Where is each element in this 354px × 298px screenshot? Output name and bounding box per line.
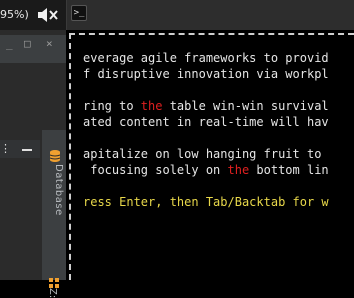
terminal-line: apitalize on low hanging fruit to [83,147,329,161]
minimize-button[interactable]: _ [6,35,13,53]
database-tool-tab[interactable]: Database [44,164,64,254]
battery-indicator: 95%) [0,8,29,21]
database-icon[interactable] [49,148,61,162]
terminal-prompt-hint: ress Enter, then Tab/Backtab for w [83,195,329,209]
dialog-border-top [69,33,354,35]
restore-button[interactable]: □ [24,35,31,53]
ide-window: _ □ × ⋮ Database Z: [0,30,66,298]
structure-icon[interactable] [48,274,60,288]
ide-tab-strip [0,53,66,63]
terminal-line: focusing solely on the bottom lin [83,162,354,178]
terminal-icon: >_ [71,5,87,21]
dialog-border-left [69,33,71,280]
terminal-line: f disruptive innovation via workpl [83,67,329,81]
more-options-icon[interactable]: ⋮ [0,140,11,158]
terminal-line: everage agile frameworks to provid [83,51,329,65]
hide-panel-icon[interactable] [22,149,32,151]
terminal-line: ated content in real-time will hav [83,115,329,129]
ide-title-bar: _ □ × [0,35,66,54]
structure-tool-tab[interactable]: Z: [47,288,58,298]
highlighted-word: the [227,163,250,177]
terminal-text: table win-win survival [162,99,329,113]
terminal-text: bottom lin [249,163,329,177]
highlighted-word: the [140,99,163,113]
terminal-line: ring to the table win-win survival [83,98,354,114]
system-top-bar: 95%) >_ [0,0,354,30]
terminal-text: focusing solely on [83,163,228,177]
terminal-tab[interactable]: >_ [66,0,354,30]
speaker-muted-icon[interactable] [36,6,60,24]
terminal-window[interactable]: everage agile frameworks to provid f dis… [66,30,354,280]
close-button[interactable]: × [46,35,53,53]
terminal-text: ring to [83,99,141,113]
terminal-output: everage agile frameworks to provid f dis… [83,50,354,210]
